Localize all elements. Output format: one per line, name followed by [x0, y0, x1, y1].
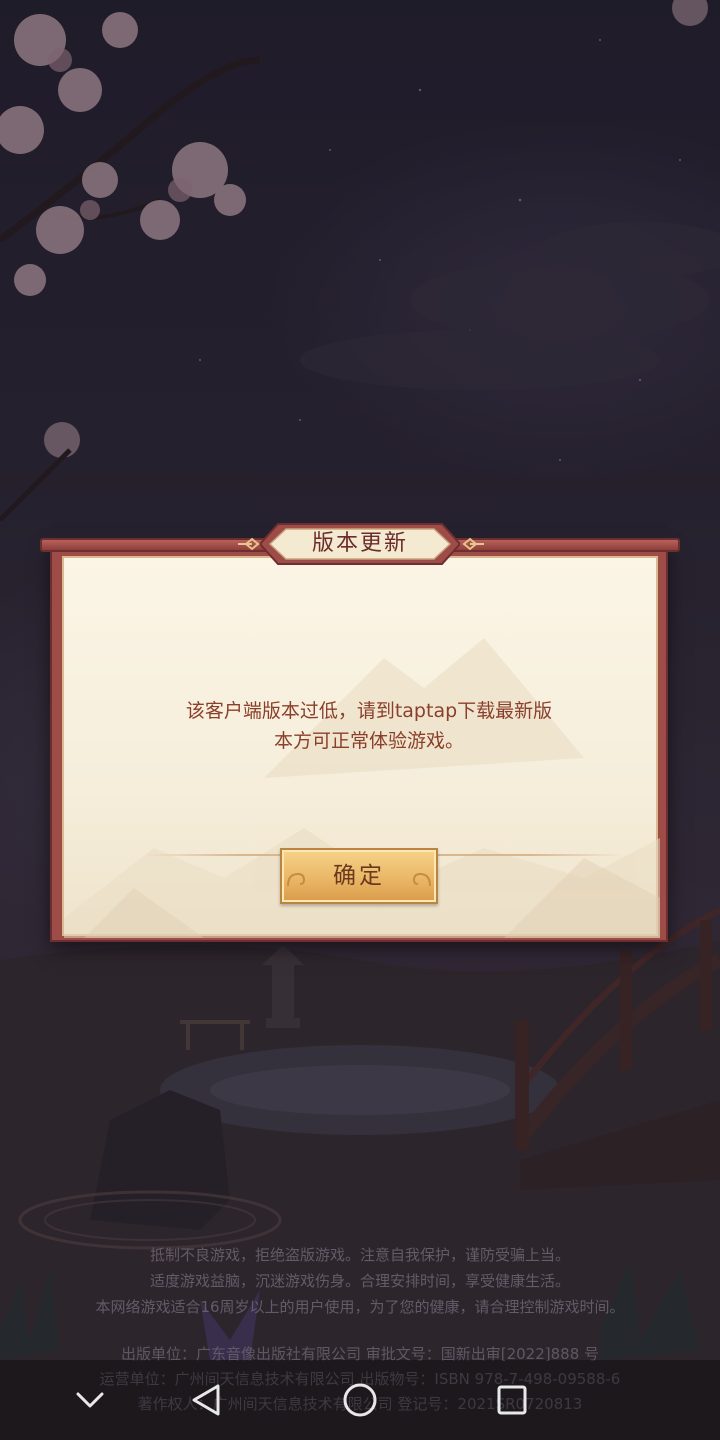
confirm-button-label[interactable]: 确定	[282, 850, 436, 902]
notice-line-3: 本网络游戏适合16周岁以上的用户使用，为了您的健康，请合理控制游戏时间。	[95, 1298, 625, 1316]
message-line-1: 该客户端版本过低，请到taptap下载最新版	[185, 700, 553, 722]
recents-square-icon[interactable]	[490, 1378, 534, 1422]
notice-line-1: 抵制不良游戏，拒绝盗版游戏。注意自我保护，谨防受骗上当。	[149, 1246, 570, 1264]
confirm-button[interactable]: 确定	[280, 848, 438, 904]
notice-line-2: 适度游戏益脑，沉迷游戏伤身。合理安排时间，享受健康生活。	[149, 1272, 570, 1290]
dialog-title-plate: 版本更新	[260, 522, 460, 566]
version-update-dialog: 该客户端版本过低，请到taptap下载最新版 本方可正常体验游戏。 版本更新 确…	[40, 523, 680, 948]
back-triangle-icon[interactable]	[184, 1378, 228, 1422]
update-message: 该客户端版本过低，请到taptap下载最新版 本方可正常体验游戏。	[159, 696, 579, 756]
home-circle-icon[interactable]	[338, 1378, 382, 1422]
title-ornament-right-icon	[462, 537, 484, 551]
title-ornament-left-icon	[238, 537, 260, 551]
message-line-2: 本方可正常体验游戏。	[273, 730, 464, 752]
health-notice: 抵制不良游戏，拒绝盗版游戏。注意自我保护，谨防受骗上当。 适度游戏益脑，沉迷游戏…	[0, 1242, 720, 1320]
dialog-title: 版本更新	[311, 531, 408, 556]
system-nav-bar	[0, 1360, 720, 1440]
chevron-down-icon[interactable]	[68, 1378, 112, 1422]
